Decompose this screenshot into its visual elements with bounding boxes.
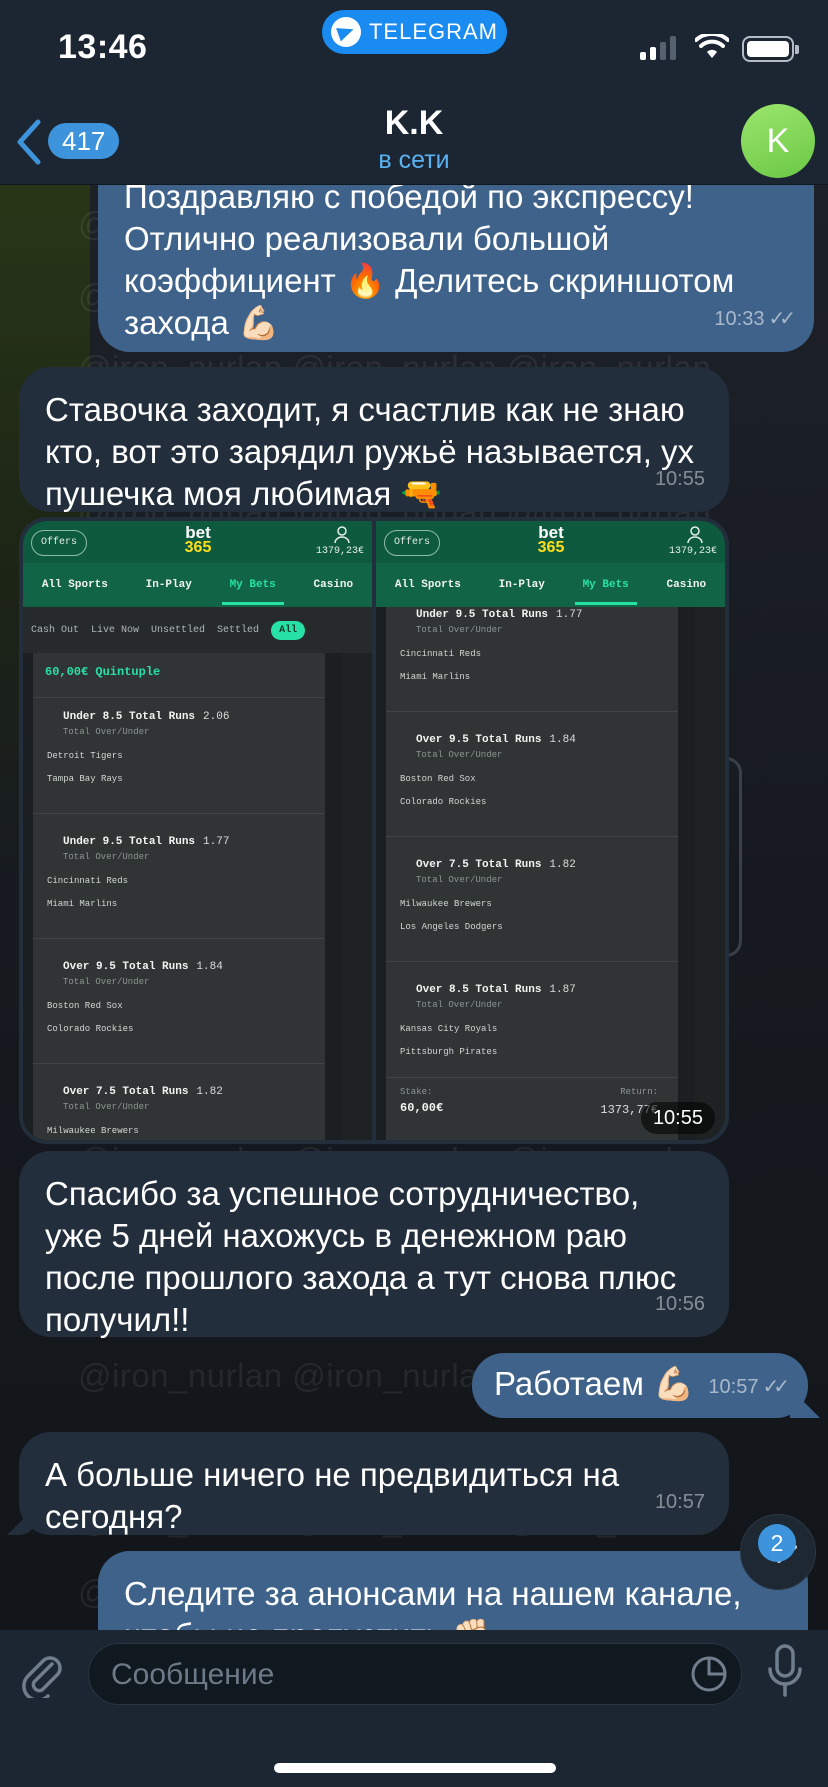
- read-checkmarks-icon: ✓✓: [768, 308, 795, 330]
- nav-casino: Casino: [313, 579, 354, 591]
- message-time: 10:56: [654, 1293, 705, 1315]
- message-bubble-incoming[interactable]: А больше ничего не предвидиться на сегод…: [19, 1432, 729, 1535]
- user-icon: [687, 526, 703, 544]
- sticker-icon[interactable]: [690, 1655, 728, 1693]
- bet-card: Under 9.5 Total Runs 1.77 Total Over/Unde…: [386, 607, 678, 1140]
- bet-filters: Cash Out Live Now Unsettled Settled All: [23, 607, 372, 653]
- bet-nav: All Sports In-Play My Bets Casino: [376, 563, 725, 607]
- nav-my-bets: My Bets: [574, 579, 638, 605]
- chat-title[interactable]: K.K: [0, 104, 828, 143]
- bet-title: 60,00€ Quintuple: [45, 665, 161, 679]
- avatar[interactable]: K: [741, 104, 815, 178]
- read-checkmarks-icon: ✓✓: [762, 1376, 789, 1398]
- stake-value: 60,00€: [400, 1101, 444, 1115]
- message-time: 10:57: [654, 1491, 705, 1513]
- header-bar: 13:46 TELEGRAM 417 K.K в сети K: [0, 0, 828, 185]
- filter-live-now: Live Now: [91, 624, 140, 636]
- offers-button: Offers: [384, 530, 440, 556]
- message-text: Поздравляю с победой по экспрессу! Отлич…: [124, 178, 735, 341]
- telegram-pill-label: TELEGRAM: [368, 19, 499, 44]
- wifi-icon: [695, 34, 729, 58]
- nav-in-play: In-Play: [145, 579, 192, 591]
- stake-label: Stake:: [400, 1087, 433, 1097]
- message-time: 10:55: [640, 1102, 715, 1134]
- balance: 1379,23€: [668, 546, 717, 557]
- message-text: Спасибо за успешное сотрудничество, уже …: [45, 1175, 677, 1338]
- filter-settled: Settled: [217, 624, 260, 636]
- offers-button: Offers: [31, 530, 87, 556]
- bet-header: Offers bet 365 1379,23€: [23, 521, 372, 563]
- bet-card: 60,00€ Quintuple Under 8.5 Total Runs 2.0…: [33, 653, 325, 1140]
- message-bubble-incoming[interactable]: Спасибо за успешное сотрудничество, уже …: [19, 1151, 729, 1338]
- message-bubble-outgoing[interactable]: Работаем 💪🏻 10:57 ✓✓: [472, 1353, 808, 1418]
- nav-all-sports: All Sports: [394, 579, 461, 591]
- unread-mentions-badge: 2: [758, 1524, 796, 1562]
- telegram-pill[interactable]: TELEGRAM: [322, 10, 507, 54]
- nav-casino: Casino: [666, 579, 707, 591]
- bet-header: Offers bet 365 1379,23€: [376, 521, 725, 563]
- message-input-placeholder: Сообщение: [111, 1658, 275, 1691]
- bet-screenshot-1[interactable]: Offers bet 365 1379,23€ All Sports In-Pla…: [23, 521, 372, 1140]
- status-time: 13:46: [58, 28, 148, 66]
- filter-unsettled: Unsettled: [151, 624, 206, 636]
- nav-in-play: In-Play: [498, 579, 545, 591]
- message-meta: 10:57: [655, 1481, 705, 1523]
- return-label: Return:: [620, 1087, 658, 1097]
- message-time: 10:57: [708, 1376, 759, 1398]
- message-bubble-incoming[interactable]: Ставочка заходит, я счастлив как не знаю…: [19, 367, 729, 512]
- message-meta: 10:57 ✓✓: [708, 1366, 789, 1408]
- balance: 1379,23€: [315, 546, 364, 557]
- nav-my-bets: My Bets: [221, 579, 285, 605]
- nav-all-sports: All Sports: [41, 579, 108, 591]
- bet-screenshot-2[interactable]: Offers bet 365 1379,23€ All Sports In-Pla…: [376, 521, 725, 1140]
- filter-cash-out: Cash Out: [31, 624, 80, 636]
- user-icon: [334, 526, 350, 544]
- bet-nav: All Sports In-Play My Bets Casino: [23, 563, 372, 607]
- chat-status: в сети: [378, 146, 450, 174]
- scroll-gutter: [695, 607, 725, 1140]
- message-meta: 10:33 ✓✓: [714, 298, 795, 340]
- scroll-gutter: [342, 653, 372, 1140]
- cellular-signal-icon: [640, 34, 680, 60]
- microphone-icon[interactable]: [766, 1643, 804, 1699]
- bet365-logo: bet 365: [184, 523, 212, 556]
- message-time: 10:33: [714, 308, 765, 330]
- message-meta: 10:56: [655, 1283, 705, 1325]
- message-time: 10:55: [654, 468, 705, 490]
- media-message[interactable]: Offers bet 365 1379,23€ All Sports In-Pla…: [19, 517, 729, 1144]
- paperclip-icon[interactable]: [20, 1650, 64, 1698]
- message-input[interactable]: Сообщение: [88, 1643, 742, 1705]
- message-text: А больше ничего не предвидиться на сегод…: [45, 1456, 620, 1535]
- message-text: Ставочка заходит, я счастлив как не знаю…: [45, 391, 695, 512]
- battery-icon: [742, 36, 799, 62]
- telegram-plane-icon: [330, 17, 361, 47]
- bet365-logo: bet 365: [537, 523, 565, 556]
- filter-all: All: [271, 620, 306, 640]
- message-meta: 10:55: [655, 458, 705, 500]
- home-indicator: [274, 1763, 556, 1773]
